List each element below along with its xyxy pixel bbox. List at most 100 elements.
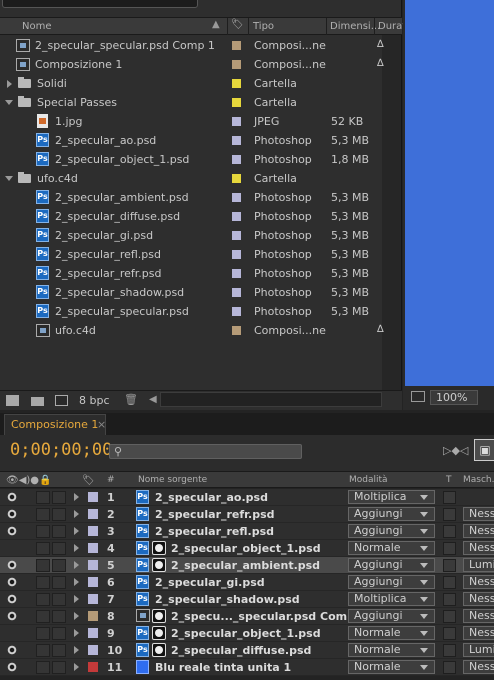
lock-switch[interactable] <box>52 644 66 657</box>
label-color-swatch[interactable] <box>232 250 241 259</box>
layer-name[interactable]: 2_specular_refl.psd <box>155 525 274 538</box>
layer-label-color[interactable] <box>88 492 98 502</box>
track-matte-dropdown[interactable]: Nessu <box>463 626 494 640</box>
preserve-transparency-checkbox[interactable] <box>443 661 456 674</box>
expand-layer-icon[interactable] <box>74 527 79 535</box>
solo-switch[interactable] <box>36 576 50 589</box>
zoom-dropdown[interactable]: 100% <box>430 390 478 405</box>
lock-switch[interactable] <box>52 508 66 521</box>
timeline-layer-row[interactable]: 11 Blu reale tinta unita 1 Normale Nessu <box>0 659 494 676</box>
lock-switch[interactable] <box>52 661 66 674</box>
preserve-transparency-checkbox[interactable] <box>443 627 456 640</box>
label-color-swatch[interactable] <box>232 307 241 316</box>
column-source-header[interactable]: Nome sorgente <box>138 475 207 485</box>
blend-mode-dropdown[interactable]: Normale <box>348 541 435 555</box>
timeline-layer-row[interactable]: 9 Ps 2_specular_object_1.psd Normale Nessu <box>0 625 494 642</box>
layer-label-color[interactable] <box>88 526 98 536</box>
layer-name[interactable]: 2_specular_diffuse.psd <box>171 644 311 657</box>
expand-layer-icon[interactable] <box>74 510 79 518</box>
project-horizontal-scrollbar[interactable] <box>160 392 382 407</box>
layer-label-color[interactable] <box>88 594 98 604</box>
column-name-header[interactable]: Nome <box>22 21 52 32</box>
label-color-swatch[interactable] <box>232 155 241 164</box>
track-matte-dropdown[interactable]: Nessu <box>463 609 494 623</box>
lock-switch[interactable] <box>52 525 66 538</box>
blend-mode-dropdown[interactable]: Aggiungi <box>348 558 435 572</box>
label-color-swatch[interactable] <box>232 136 241 145</box>
label-color-swatch[interactable] <box>232 60 241 69</box>
label-color-swatch[interactable] <box>232 212 241 221</box>
column-mode-header[interactable]: Modalità <box>349 475 388 485</box>
blend-mode-dropdown[interactable]: Aggiungi <box>348 575 435 589</box>
project-item[interactable]: 1.jpg JPEG 52 KB <box>0 112 382 131</box>
track-matte-dropdown[interactable]: Nessu <box>463 660 494 674</box>
layer-label-color[interactable] <box>88 560 98 570</box>
timeline-search-input[interactable]: ⚲ <box>109 444 302 459</box>
expand-layer-icon[interactable] <box>74 544 79 552</box>
timeline-layer-row[interactable]: 5 Ps 2_specular_ambient.psd Aggiungi Lumin <box>0 557 494 574</box>
layer-label-color[interactable] <box>88 611 98 621</box>
trash-icon[interactable]: 🗑 <box>124 393 138 406</box>
monitor-icon[interactable] <box>411 391 425 402</box>
preserve-transparency-checkbox[interactable] <box>443 491 456 504</box>
project-item[interactable]: Ps 2_specular_shadow.psd Photoshop 5,3 MB <box>0 283 382 302</box>
blend-mode-dropdown[interactable]: Aggiungi <box>348 609 435 623</box>
composition-flowchart-icon[interactable]: ▷◆◁ <box>443 444 468 459</box>
project-search-input[interactable] <box>2 0 198 8</box>
tab-composition[interactable]: Composizione 1 × <box>4 414 106 435</box>
track-matte-dropdown[interactable]: Nessu <box>463 541 494 555</box>
visibility-toggle[interactable] <box>6 543 18 553</box>
layer-name[interactable]: 2_specu..._specular.psd Comp 1 <box>171 610 366 623</box>
track-matte-dropdown[interactable]: Nessu <box>463 575 494 589</box>
column-duration-header[interactable]: Durat <box>378 21 406 32</box>
project-item[interactable]: Ps 2_specular_specular.psd Photoshop 5,3 MB <box>0 302 382 321</box>
visibility-eye-icon[interactable] <box>6 492 18 502</box>
preserve-transparency-checkbox[interactable] <box>443 593 456 606</box>
new-composition-icon[interactable] <box>55 395 68 406</box>
track-matte-dropdown[interactable]: Nessu <box>463 592 494 606</box>
comp-mini-flowchart-icon[interactable]: ▣ <box>474 439 494 461</box>
lock-switch[interactable] <box>52 576 66 589</box>
project-vertical-scrollbar[interactable] <box>382 35 401 390</box>
preserve-transparency-checkbox[interactable] <box>443 610 456 623</box>
column-mask-header[interactable]: Masch. <box>463 475 494 485</box>
project-item[interactable]: Ps 2_specular_gi.psd Photoshop 5,3 MB <box>0 226 382 245</box>
close-tab-icon[interactable]: × <box>97 418 106 431</box>
label-color-swatch[interactable] <box>232 193 241 202</box>
project-item[interactable]: Ps 2_specular_ao.psd Photoshop 5,3 MB <box>0 131 382 150</box>
label-color-swatch[interactable] <box>232 231 241 240</box>
solo-switch[interactable] <box>36 508 50 521</box>
timeline-layer-row[interactable]: 10 Ps 2_specular_diffuse.psd Normale Lumin <box>0 642 494 659</box>
layer-label-color[interactable] <box>88 662 98 672</box>
solo-switch[interactable] <box>36 593 50 606</box>
preserve-transparency-checkbox[interactable] <box>443 576 456 589</box>
layer-name[interactable]: 2_specular_refr.psd <box>155 508 275 521</box>
visibility-eye-icon[interactable] <box>6 509 18 519</box>
track-matte-dropdown[interactable]: Lumin <box>463 558 494 572</box>
blend-mode-dropdown[interactable]: Aggiungi <box>348 507 435 521</box>
solo-switch[interactable] <box>36 525 50 538</box>
layer-label-color[interactable] <box>88 628 98 638</box>
label-tag-icon[interactable]: 🏷 <box>231 19 244 30</box>
visibility-eye-icon[interactable] <box>6 594 18 604</box>
new-folder-icon[interactable] <box>31 397 44 406</box>
preserve-transparency-checkbox[interactable] <box>443 542 456 555</box>
project-item[interactable]: ufo.c4d Cartella <box>0 169 382 188</box>
visibility-eye-icon[interactable] <box>6 560 18 570</box>
layer-name[interactable]: 2_specular_gi.psd <box>155 576 265 589</box>
lock-switch[interactable] <box>52 559 66 572</box>
visibility-toggle[interactable] <box>6 628 18 638</box>
blend-mode-dropdown[interactable]: Normale <box>348 626 435 640</box>
layer-label-color[interactable] <box>88 577 98 587</box>
expand-layer-icon[interactable] <box>74 578 79 586</box>
expand-layer-icon[interactable] <box>74 595 79 603</box>
lock-switch[interactable] <box>52 491 66 504</box>
timeline-layer-row[interactable]: 4 Ps 2_specular_object_1.psd Normale Nessu <box>0 540 494 557</box>
solo-switch[interactable] <box>36 627 50 640</box>
expand-layer-icon[interactable] <box>74 646 79 654</box>
label-color-swatch[interactable] <box>232 326 241 335</box>
collapse-arrow-icon[interactable] <box>5 176 13 181</box>
project-item[interactable]: Special Passes Cartella <box>0 93 382 112</box>
layer-name[interactable]: 2_specular_object_1.psd <box>171 627 321 640</box>
solo-switch[interactable] <box>36 491 50 504</box>
